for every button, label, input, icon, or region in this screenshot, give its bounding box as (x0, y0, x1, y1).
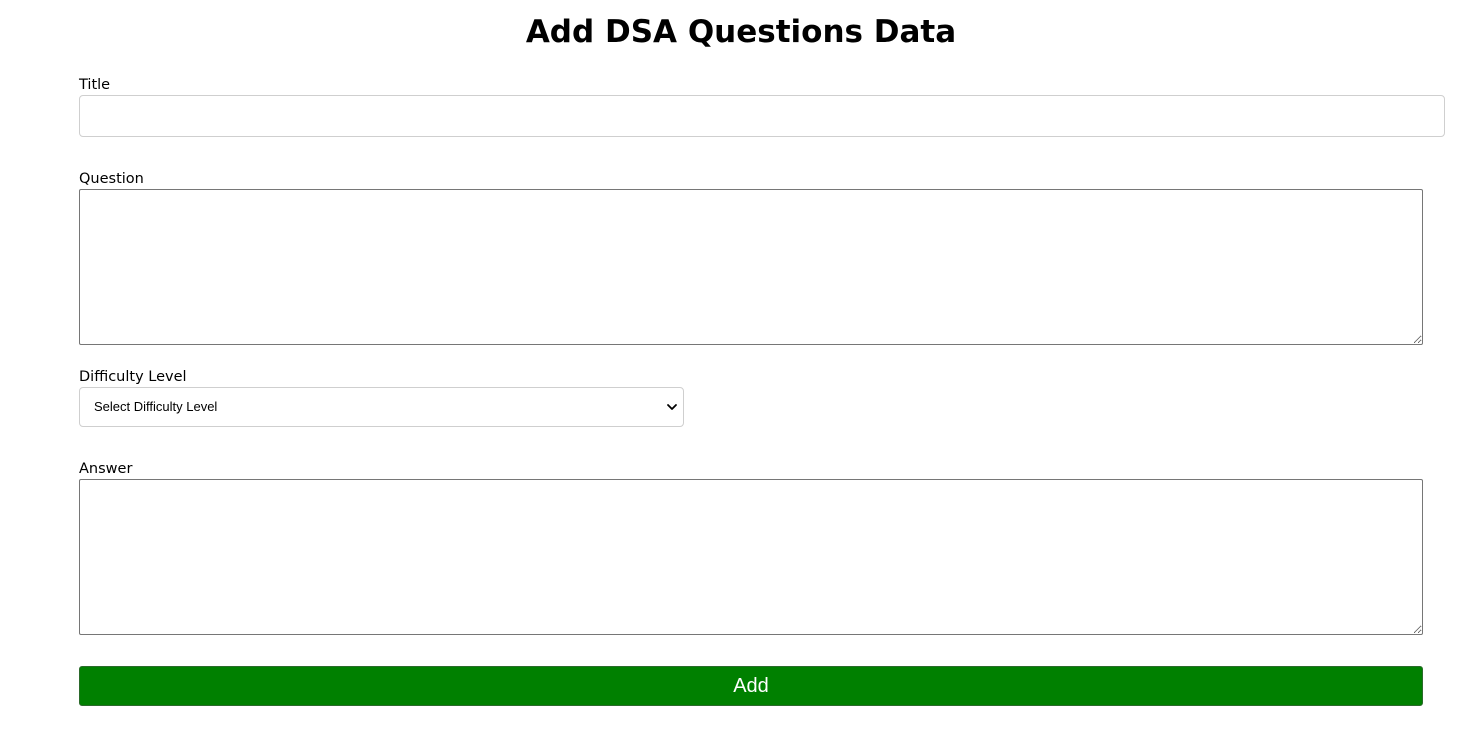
difficulty-label: Difficulty Level (79, 369, 187, 385)
difficulty-select[interactable]: Select Difficulty Level (79, 387, 684, 427)
answer-label: Answer (79, 461, 133, 477)
add-question-page: Add DSA Questions Data Title Question Di… (0, 0, 1482, 756)
question-textarea[interactable] (79, 189, 1423, 345)
title-label: Title (79, 77, 111, 93)
difficulty-selected-value: Select Difficulty Level (94, 399, 218, 414)
add-button[interactable]: Add (79, 666, 1423, 706)
chevron-down-icon (667, 404, 677, 410)
page-title: Add DSA Questions Data (525, 14, 957, 50)
answer-textarea[interactable] (79, 479, 1423, 635)
question-label: Question (79, 171, 144, 187)
title-input[interactable] (79, 95, 1445, 137)
